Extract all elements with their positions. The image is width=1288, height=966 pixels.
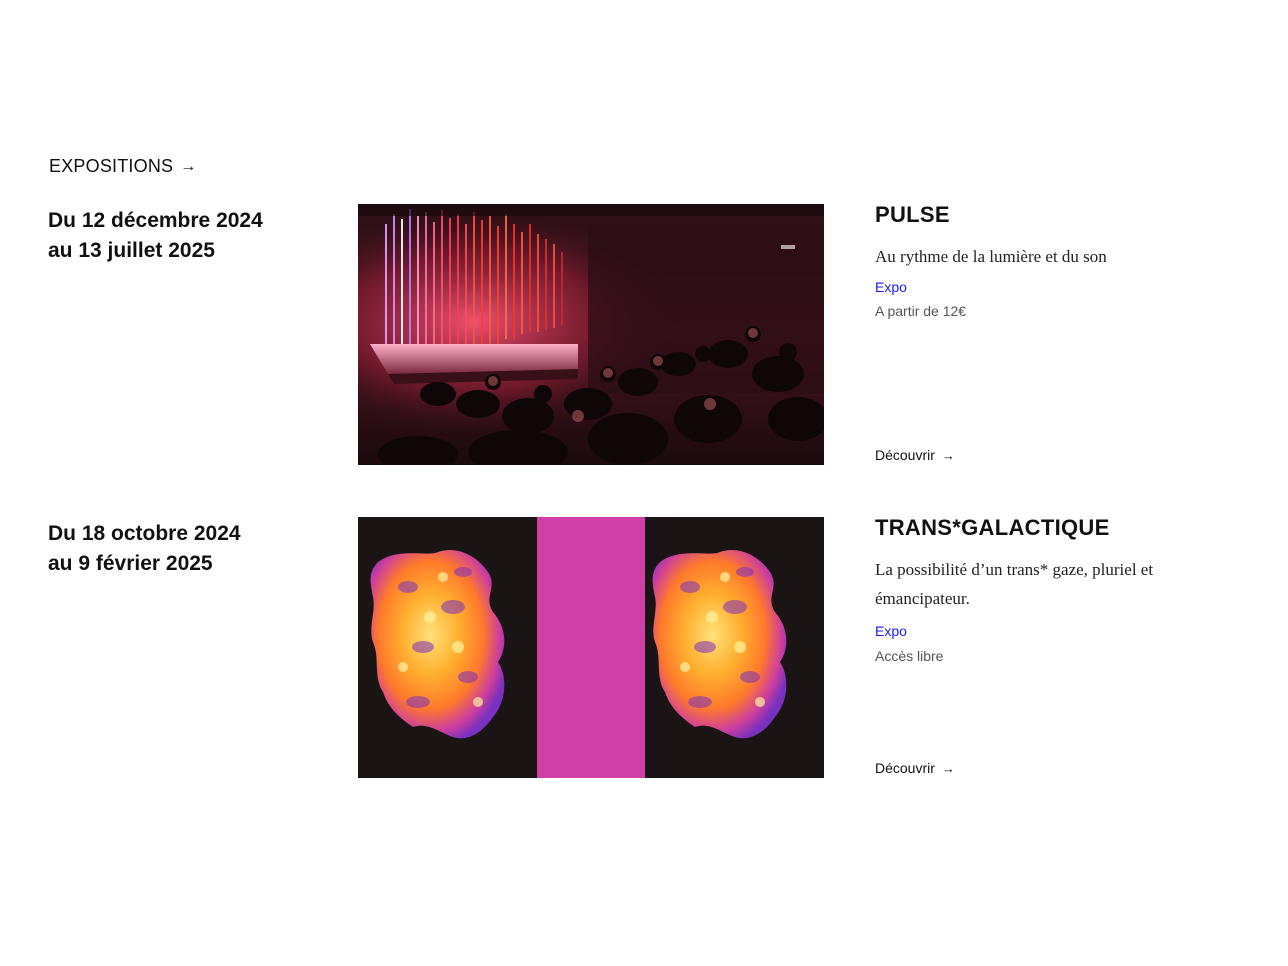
expositions-link[interactable]: EXPOSITIONS → xyxy=(49,156,196,177)
event-card: Du 12 décembre 2024 au 13 juillet 2025 P… xyxy=(0,202,1288,466)
event-dates: Du 12 décembre 2024 au 13 juillet 2025 xyxy=(48,206,263,266)
event-price: A partir de 12€ xyxy=(875,303,967,319)
arrow-right-icon: → xyxy=(941,760,955,776)
event-price: Accès libre xyxy=(875,648,944,664)
event-category-link[interactable]: Expo xyxy=(875,279,907,295)
expositions-label: EXPOSITIONS xyxy=(49,156,174,176)
event-dates: Du 18 octobre 2024 au 9 février 2025 xyxy=(48,519,241,579)
event-title[interactable]: TRANS*GALACTIQUE xyxy=(875,515,1110,541)
event-start-date: Du 18 octobre 2024 xyxy=(48,522,241,545)
event-end-date: au 13 juillet 2025 xyxy=(48,239,215,262)
event-image-pulse[interactable] xyxy=(358,204,824,465)
discover-link[interactable]: Découvrir → xyxy=(875,760,955,776)
event-start-date: Du 12 décembre 2024 xyxy=(48,209,263,232)
event-category-link[interactable]: Expo xyxy=(875,623,907,639)
event-card: Du 18 octobre 2024 au 9 février 2025 TRA… xyxy=(0,515,1288,779)
event-image-transgalactique[interactable] xyxy=(358,517,824,778)
event-info: TRANS*GALACTIQUE La possibilité d’un tra… xyxy=(875,515,1175,779)
event-title[interactable]: PULSE xyxy=(875,202,950,228)
event-end-date: au 9 février 2025 xyxy=(48,552,213,575)
event-subtitle: La possibilité d’un trans* gaze, pluriel… xyxy=(875,560,1154,608)
arrow-right-icon: → xyxy=(941,447,955,463)
discover-label: Découvrir xyxy=(875,447,935,463)
arrow-right-icon: → xyxy=(180,157,197,175)
discover-label: Découvrir xyxy=(875,760,935,776)
event-subtitle: Au rythme de la lumière et du son xyxy=(875,247,1107,266)
event-info: PULSE Au rythme de la lumière et du son … xyxy=(875,202,1175,466)
discover-link[interactable]: Découvrir → xyxy=(875,447,955,463)
